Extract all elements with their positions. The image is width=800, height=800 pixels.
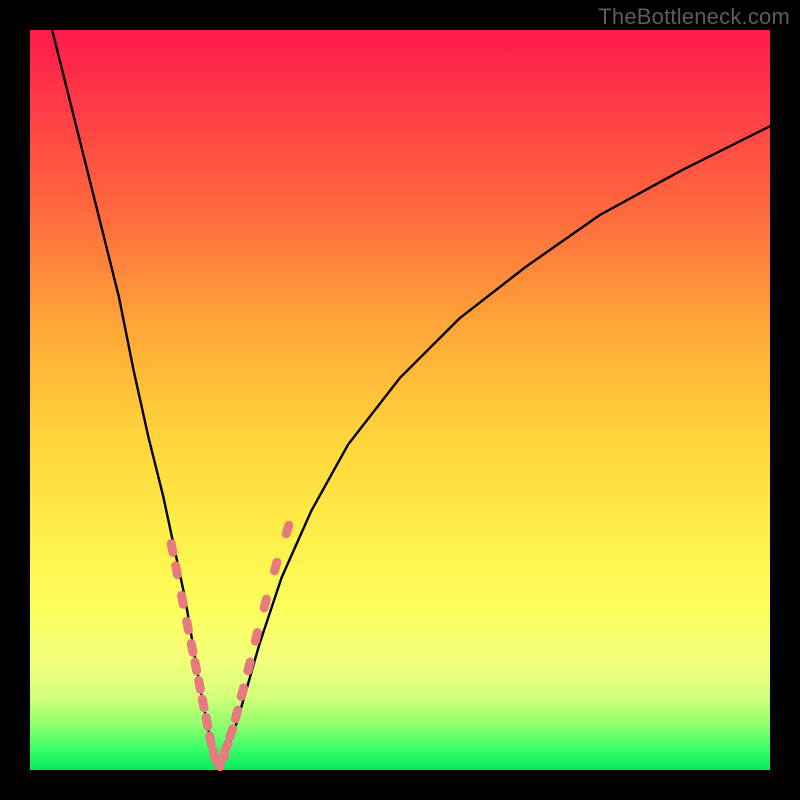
marker-pill: [201, 712, 213, 731]
marker-pill: [166, 538, 178, 557]
marker-group: [166, 520, 295, 773]
chart-svg: [30, 30, 770, 770]
marker-pill: [242, 657, 255, 677]
marker-pill: [190, 657, 202, 676]
marker-pill: [224, 723, 238, 743]
bottleneck-curve: [52, 30, 770, 766]
marker-pill: [193, 675, 205, 694]
watermark-text: TheBottleneck.com: [598, 4, 790, 30]
chart-frame: TheBottleneck.com: [0, 0, 800, 800]
plot-area: [30, 30, 770, 770]
marker-pill: [176, 590, 188, 609]
marker-pill: [181, 616, 193, 635]
marker-pill: [250, 627, 263, 647]
marker-pill: [170, 560, 182, 579]
marker-pill: [230, 705, 244, 725]
marker-pill: [197, 694, 209, 713]
marker-pill: [280, 520, 294, 540]
marker-pill: [269, 557, 283, 577]
marker-pill: [236, 682, 249, 702]
marker-pill: [186, 638, 198, 657]
